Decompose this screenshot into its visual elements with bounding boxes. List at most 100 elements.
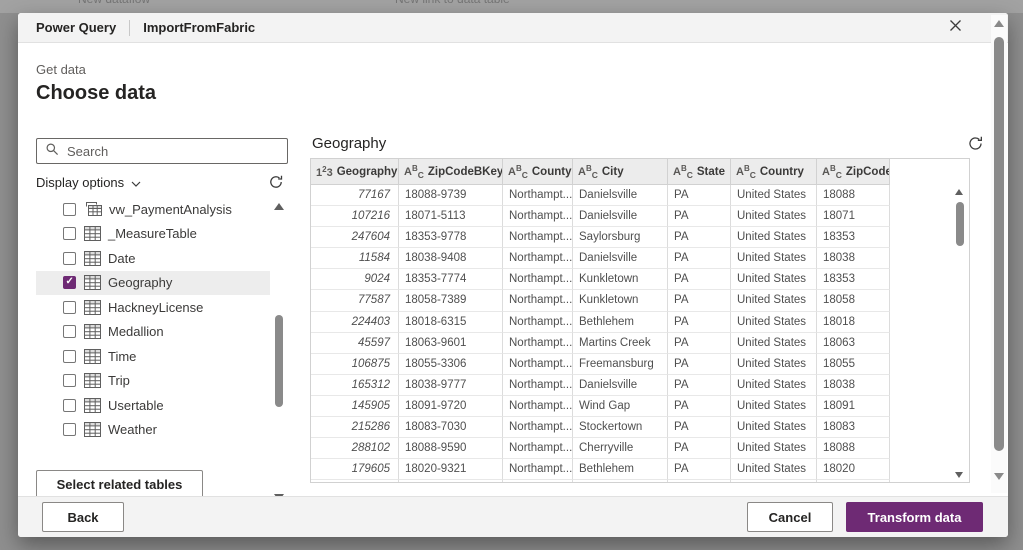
table-icon bbox=[84, 349, 101, 364]
sidebar-item-vw_PaymentAnalysis[interactable]: vw_PaymentAnalysis bbox=[36, 197, 270, 222]
background-text-fragment: New dataflow bbox=[78, 0, 150, 6]
cell: Northampt... bbox=[503, 354, 573, 375]
cell: Wind Gap bbox=[573, 396, 668, 417]
cell bbox=[573, 480, 668, 482]
sidebar-item-Medallion[interactable]: Medallion bbox=[36, 320, 270, 345]
checkbox[interactable] bbox=[63, 203, 76, 216]
page-title: Choose data bbox=[36, 82, 156, 105]
search-box bbox=[36, 138, 288, 164]
cell: 18020 bbox=[817, 459, 890, 480]
checkbox[interactable] bbox=[63, 374, 76, 387]
checkbox[interactable] bbox=[63, 227, 76, 240]
cell: Bethlehem bbox=[573, 459, 668, 480]
scroll-up-arrow[interactable] bbox=[955, 189, 963, 195]
table-icon bbox=[84, 251, 101, 266]
cell: 18083 bbox=[817, 417, 890, 438]
cell: PA bbox=[668, 227, 731, 248]
cell: Northampt... bbox=[503, 396, 573, 417]
cell: 18058-7389 bbox=[399, 290, 503, 311]
cell: 18071 bbox=[817, 206, 890, 227]
checkbox[interactable] bbox=[63, 350, 76, 363]
scroll-up-arrow[interactable] bbox=[994, 20, 1004, 27]
transform-data-button[interactable]: Transform data bbox=[846, 502, 983, 532]
scroll-down-arrow[interactable] bbox=[994, 473, 1004, 480]
scrollbar-thumb[interactable] bbox=[994, 37, 1004, 451]
scrollbar-thumb[interactable] bbox=[956, 202, 964, 246]
back-button[interactable]: Back bbox=[42, 502, 124, 532]
cell: 18091 bbox=[817, 396, 890, 417]
cell: 77167 bbox=[311, 185, 399, 206]
chevron-down-icon bbox=[131, 175, 141, 190]
cell: Bethlehem bbox=[573, 312, 668, 333]
text-type-icon: ABC bbox=[578, 164, 598, 180]
background-text-fragment: New link to data table bbox=[395, 0, 510, 6]
column-header-ZipCodeBKey[interactable]: ABC ZipCodeBKey bbox=[399, 159, 503, 184]
checkbox[interactable] bbox=[63, 399, 76, 412]
cell: United States bbox=[731, 459, 817, 480]
refresh-preview-icon[interactable] bbox=[967, 135, 984, 157]
close-button[interactable] bbox=[940, 13, 970, 43]
column-header-Country[interactable]: ABCCountry bbox=[731, 159, 817, 184]
sidebar-item-HackneyLicense[interactable]: HackneyLicense bbox=[36, 295, 270, 320]
cell: Northampt... bbox=[503, 333, 573, 354]
checkbox[interactable] bbox=[63, 276, 76, 289]
sidebar-item-Date[interactable]: Date bbox=[36, 246, 270, 271]
text-type-icon: ABC bbox=[736, 164, 756, 180]
tables-list: vw_PaymentAnalysis _MeasureTable Date Ge… bbox=[36, 197, 270, 442]
scrollbar-thumb[interactable] bbox=[275, 315, 283, 407]
dialog-scrollbar[interactable] bbox=[991, 15, 1007, 493]
sidebar-item-Geography[interactable]: Geography bbox=[36, 271, 270, 296]
column-header-County[interactable]: ABCCounty bbox=[503, 159, 573, 184]
column-header-City[interactable]: ABCCity bbox=[573, 159, 668, 184]
sidebar-item-Time[interactable]: Time bbox=[36, 344, 270, 369]
search-input[interactable] bbox=[65, 143, 287, 160]
column-name: ZipCode bbox=[846, 166, 890, 178]
cell: PA bbox=[668, 459, 731, 480]
background-toolbar: New dataflow New link to data table bbox=[0, 0, 1023, 13]
number-type-icon: 123 bbox=[316, 165, 333, 179]
column-header-ZipCode[interactable]: ABC ZipCode bbox=[817, 159, 890, 184]
table-scrollbar[interactable] bbox=[951, 185, 969, 482]
column-name: State bbox=[697, 166, 725, 178]
select-related-tables-button[interactable]: Select related tables bbox=[36, 470, 203, 498]
column-header-State[interactable]: ABCState bbox=[668, 159, 731, 184]
table-row: 7758718058-7389Northampt...KunkletownPAU… bbox=[311, 290, 890, 311]
column-name: ZipCodeBKey bbox=[428, 166, 503, 178]
cell: Northampt... bbox=[503, 417, 573, 438]
cell: United States bbox=[731, 438, 817, 459]
sidebar-item-_MeasureTable[interactable]: _MeasureTable bbox=[36, 222, 270, 247]
table-row: 4559718063-9601Northampt...Martins Creek… bbox=[311, 333, 890, 354]
cell: 77587 bbox=[311, 290, 399, 311]
item-label: Trip bbox=[108, 373, 130, 388]
cell: 107216 bbox=[311, 206, 399, 227]
column-header-GeographyID[interactable]: 123GeographyID bbox=[311, 159, 399, 184]
checkbox[interactable] bbox=[63, 325, 76, 338]
document-title: ImportFromFabric bbox=[143, 20, 255, 35]
refresh-tables-icon[interactable] bbox=[268, 174, 284, 195]
sidebar-item-Usertable[interactable]: Usertable bbox=[36, 393, 270, 418]
cell: Northampt... bbox=[503, 185, 573, 206]
text-type-icon: ABC bbox=[822, 164, 842, 180]
sidebar-item-Weather[interactable]: Weather bbox=[36, 418, 270, 443]
scroll-down-arrow[interactable] bbox=[955, 472, 963, 478]
cell: PA bbox=[668, 206, 731, 227]
cell: PA bbox=[668, 290, 731, 311]
table-row: 10721618071-5113Northampt...Danielsville… bbox=[311, 206, 890, 227]
text-type-icon: ABC bbox=[508, 164, 528, 180]
checkbox[interactable] bbox=[63, 301, 76, 314]
cell: 18088-9739 bbox=[399, 185, 503, 206]
cancel-button[interactable]: Cancel bbox=[747, 502, 833, 532]
cell bbox=[731, 480, 817, 482]
sidebar-scrollbar[interactable] bbox=[272, 197, 286, 537]
scroll-up-arrow[interactable] bbox=[274, 203, 284, 210]
cell: Danielsville bbox=[573, 185, 668, 206]
display-options-toggle[interactable]: Display options bbox=[36, 175, 141, 190]
cell: 18038-9408 bbox=[399, 248, 503, 269]
checkbox[interactable] bbox=[63, 423, 76, 436]
sidebar-item-Trip[interactable]: Trip bbox=[36, 369, 270, 394]
text-type-icon: ABC bbox=[404, 164, 424, 180]
cell: 179605 bbox=[311, 459, 399, 480]
item-label: Geography bbox=[108, 275, 172, 290]
checkbox[interactable] bbox=[63, 252, 76, 265]
close-icon bbox=[949, 19, 962, 37]
